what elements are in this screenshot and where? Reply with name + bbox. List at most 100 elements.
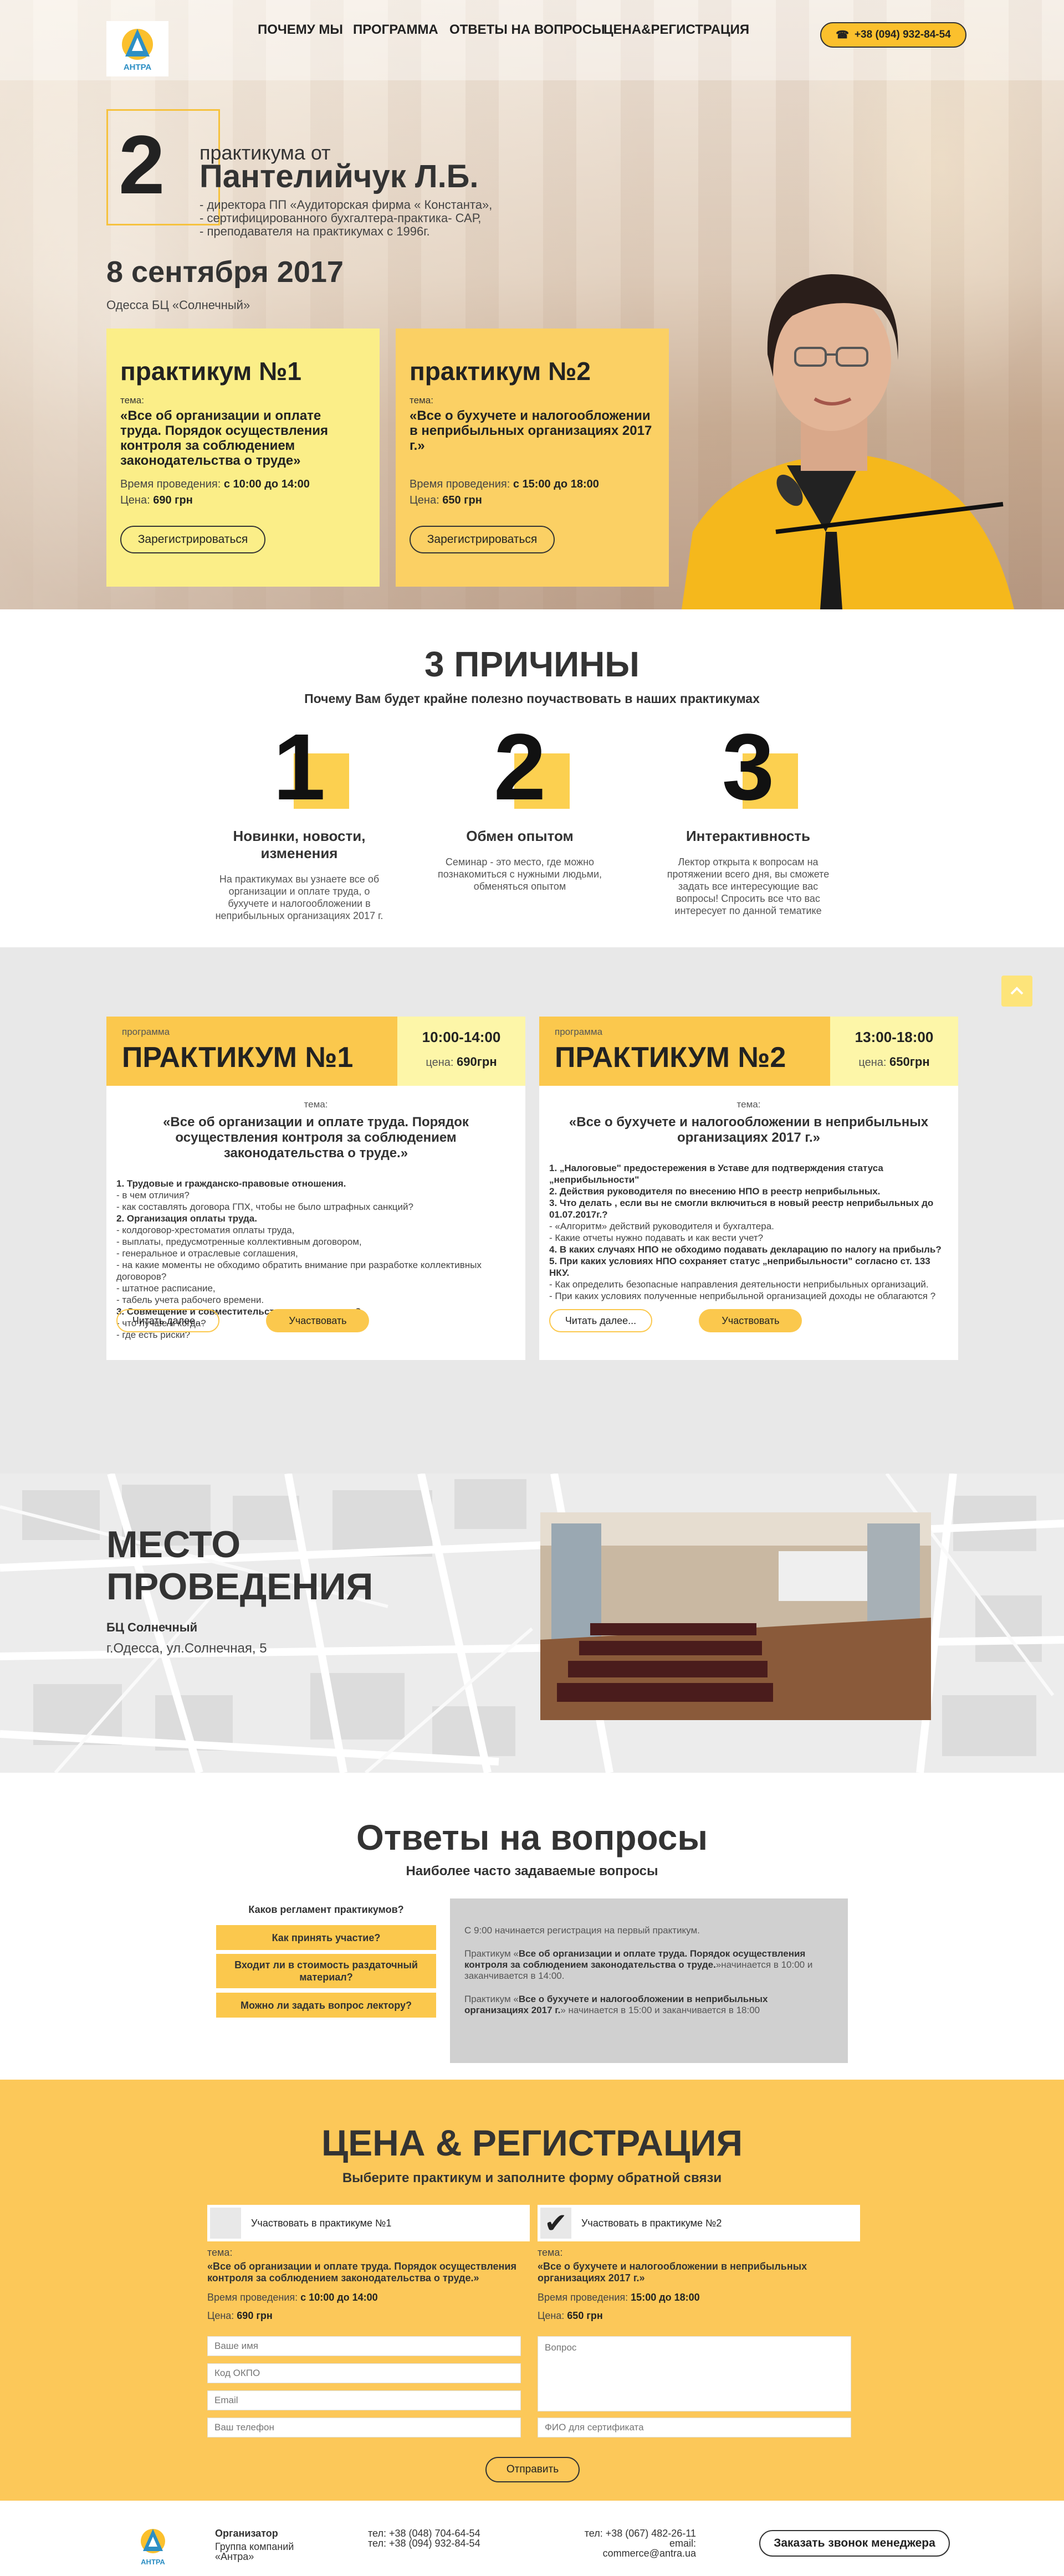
program-small-label: программа	[555, 1027, 603, 1037]
register-button-1[interactable]: Зарегистрироваться	[120, 526, 265, 553]
outline-item: - Какие отчеты нужно подавать и как вест…	[549, 1233, 764, 1243]
lecturer-name: Пантелийчук Л.Б.	[200, 158, 479, 194]
outline-item: 4. В каких случаях НПО не обходимо подав…	[549, 1244, 942, 1255]
card-price: Цена: 650 грн	[410, 494, 482, 506]
register-button-2[interactable]: Зарегистрироваться	[410, 526, 555, 553]
topic-label: тема:	[538, 2247, 563, 2258]
antra-logo-icon: АНТРА	[122, 29, 153, 72]
outline-item: 2. Действия руководителя по внесению НПО…	[549, 1186, 881, 1197]
answer-paragraph: Практикум «Все об организации и оплате т…	[464, 1948, 813, 1981]
reason-number: 3	[722, 715, 775, 820]
outline-item: - в чем отличия?	[116, 1190, 190, 1200]
footer-phones-1: тел: +38 (048) 704-64-54 тел: +38 (094) …	[368, 2528, 480, 2548]
outline-item: - генеральное и отраслевые соглашения,	[116, 1248, 298, 1259]
program-card-2: программа ПРАКТИКУМ №2 13:00-18:00 цена: 6…	[539, 1017, 958, 1360]
checkmark-icon: ✔	[544, 2208, 567, 2239]
logo-text: АНТРА	[124, 63, 152, 72]
footer-logo-icon: АНТРА	[141, 2529, 165, 2566]
outline-item: - выплаты, предусмотренные коллективным …	[116, 1236, 362, 1247]
reason-heading: Новинки, новости, изменения	[233, 828, 366, 861]
phone-button[interactable]: ☎ +38 (094) 932-84-54	[820, 22, 966, 48]
outline-item: 1. Трудовые и гражданско-правовые отноше…	[116, 1178, 346, 1189]
faq-question-1[interactable]: Каков регламент практикумов?	[216, 1898, 436, 1921]
reason-heading: Обмен опытом	[466, 828, 574, 844]
card-topic: «Все о бухучете и налогообложении в непр…	[410, 408, 652, 453]
email-input[interactable]	[207, 2390, 521, 2410]
outline-item: - «Алгоритм» действий руководителя и бух…	[549, 1221, 774, 1231]
card-topic: «Все об организации и оплате труда. Поря…	[120, 408, 328, 468]
nav-faq[interactable]: ОТВЕТЫ НА ВОПРОСЫ	[449, 22, 605, 38]
venue-address: г.Одесса, ул.Солнечная, 5	[106, 1641, 267, 1656]
faq-question-3[interactable]: Входит ли в стоимость раздаточный матери…	[216, 1954, 436, 1988]
program-topic-label: тема:	[736, 1099, 761, 1110]
program-title: ПРАКТИКУМ №2	[555, 1041, 786, 1074]
send-button[interactable]: Отправить	[485, 2457, 580, 2482]
program-price: цена: 690грн	[426, 1055, 497, 1069]
certificate-name-input[interactable]	[538, 2418, 851, 2438]
nav-program[interactable]: ПРОГРАММА	[353, 22, 438, 38]
outline-item: 3. Что делать , если вы не смогли включи…	[549, 1198, 934, 1220]
card-topic-label: тема:	[120, 395, 144, 406]
footer-phone: тел: +38 (067) 482-26-11	[584, 2528, 696, 2539]
checkbox-2[interactable]: ✔	[540, 2208, 571, 2239]
logo[interactable]: АНТРА	[106, 21, 168, 76]
footer-contacts-2: тел: +38 (067) 482-26-11 email: commerce…	[579, 2528, 696, 2558]
workshop-count: 2	[119, 118, 165, 211]
faq-question-4[interactable]: Можно ли задать вопрос лектору?	[216, 1993, 436, 2018]
option-workshop-1[interactable]: Участвовать в практикуме №1	[207, 2205, 530, 2241]
credential-line: - директора ПП «Аудиторская фирма « Конс…	[200, 198, 493, 212]
credential-line: - сертифицированного бухгалтера-практика…	[200, 211, 482, 225]
organizer-label: Организатор	[215, 2528, 278, 2539]
credential-line: - преподавателя на практикумах с 1996г.	[200, 224, 430, 238]
scroll-up-button[interactable]	[1001, 976, 1032, 1007]
outline-item: - штатное расписание,	[116, 1283, 216, 1294]
lecturer-credentials: - директора ПП «Аудиторская фирма « Конс…	[200, 198, 492, 238]
program-price: цена: 650грн	[858, 1055, 930, 1069]
event-place: Одесса БЦ «Солнечный»	[106, 298, 250, 312]
hall-image	[540, 1512, 931, 1720]
outline-item: 1. „Налоговые" предостережения в Уставе …	[549, 1163, 883, 1185]
outline-item: 5. При каких условиях НПО сохраняет стат…	[549, 1256, 930, 1278]
outline-item: - на какие моменты не обходимо обратить …	[116, 1260, 482, 1282]
venue-title-line: МЕСТО	[106, 1523, 241, 1566]
participate-button-1[interactable]: Участвовать	[266, 1309, 370, 1332]
option-workshop-2[interactable]: ✔ Участвовать в практикуме №2	[538, 2205, 860, 2241]
phone-number: +38 (094) 932-84-54	[854, 29, 951, 40]
reason-2: 2 Обмен опытом Семинар - это место, где …	[420, 715, 620, 892]
name-input[interactable]	[207, 2336, 521, 2356]
faq-question-2[interactable]: Как принять участие?	[216, 1925, 436, 1950]
organizer-line: Группа компаний	[215, 2541, 294, 2552]
conference-hall-photo	[540, 1512, 931, 1720]
footer-logo-text: АНТРА	[141, 2558, 165, 2566]
answer-paragraph: Практикум «Все о бухучете и налогообложе…	[464, 1994, 768, 2015]
nav-why-us[interactable]: ПОЧЕМУ МЫ	[258, 22, 343, 38]
read-more-button-1[interactable]: Читать далее...	[116, 1309, 219, 1332]
outline-item: - табель учета рабочего времени.	[116, 1295, 264, 1305]
question-textarea[interactable]	[538, 2336, 851, 2411]
option-price: Цена: 650 грн	[538, 2310, 603, 2321]
program-time: 10:00-14:00	[422, 1029, 501, 1045]
reason-3: 3 Интерактивность Лектор открыта к вопро…	[648, 715, 848, 917]
phone-input[interactable]	[207, 2418, 521, 2438]
outline-item: - При каких условиях полученные неприбыл…	[549, 1291, 936, 1301]
card-title: практикум №1	[120, 357, 301, 386]
option-time: Время проведения: 15:00 до 18:00	[538, 2292, 700, 2303]
nav-price-registration[interactable]: ЦЕНА&РЕГИСТРАЦИЯ	[603, 22, 749, 38]
chevron-up-icon	[1010, 987, 1024, 995]
faq-title: Ответы на вопросы	[356, 1818, 708, 1857]
reason-number: 1	[273, 715, 326, 820]
card-title: практикум №2	[410, 357, 591, 386]
outline-item: 2. Организация оплаты труда.	[116, 1213, 257, 1224]
price-title: ЦЕНА & РЕГИСТРАЦИЯ	[321, 2122, 743, 2163]
organizer-line: «Антра»	[215, 2551, 254, 2562]
outline-item: - как составлять договора ГПХ, чтобы не …	[116, 1202, 413, 1212]
topic-label: тема:	[207, 2247, 233, 2258]
request-call-button[interactable]: Заказать звонок менеджера	[759, 2530, 950, 2557]
checkbox-1[interactable]	[210, 2208, 241, 2239]
read-more-button-2[interactable]: Читать далее...	[549, 1309, 652, 1332]
program-topic: «Все об организации и оплате труда. Поря…	[163, 1115, 469, 1161]
venue-title-line: ПРОВЕДЕНИЯ	[106, 1566, 374, 1608]
participate-button-2[interactable]: Участвовать	[699, 1309, 802, 1332]
outline-item: - колдоговор-хрестоматия оплаты труда,	[116, 1225, 295, 1235]
okpo-input[interactable]	[207, 2363, 521, 2383]
